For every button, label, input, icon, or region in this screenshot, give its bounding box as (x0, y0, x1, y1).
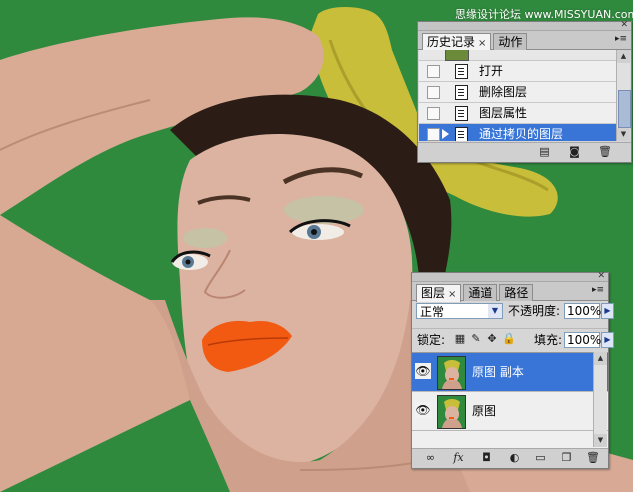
new-layer-icon[interactable]: ❐ (560, 452, 573, 464)
history-item[interactable]: 删除图层 (419, 82, 616, 103)
history-state-icon (455, 127, 468, 141)
lock-all-icon[interactable]: 🔒 (502, 333, 516, 345)
eye-visibility-icon[interactable]: 👁 (415, 402, 431, 418)
watermark-text: 思缘设计论坛 www.MISSYUAN.com (455, 8, 633, 21)
chevron-down-icon[interactable]: ▼ (488, 304, 502, 318)
scroll-up-icon[interactable]: ▲ (617, 50, 630, 63)
panel-menu-icon[interactable]: ▸≡ (614, 34, 628, 45)
layer-thumbnail-image (438, 357, 465, 389)
scroll-down-icon[interactable]: ▼ (617, 128, 630, 141)
trash-icon[interactable]: 🗑 (586, 452, 600, 464)
layer-thumbnail[interactable] (437, 395, 466, 429)
fill-slider-arrow-icon[interactable]: ▶ (601, 332, 614, 348)
snapshot-thumbnail (445, 50, 469, 61)
layer-row[interactable]: 👁 原图 (412, 392, 608, 431)
scroll-down-icon[interactable]: ▼ (594, 434, 607, 447)
history-state-icon (455, 64, 468, 79)
close-icon[interactable]: ✕ (597, 271, 605, 281)
tab-channels[interactable]: 通道 (463, 284, 498, 301)
adjustment-icon[interactable]: ◐ (508, 452, 521, 464)
lock-label: 锁定: (417, 333, 446, 347)
history-brush-source-checkbox[interactable] (427, 65, 440, 78)
layer-list: 👁 原图 副本 👁 原图 (412, 352, 608, 448)
history-scrollbar[interactable]: ▲ ▼ (616, 50, 631, 141)
blend-mode-select[interactable]: 正常 ▼ (416, 303, 503, 319)
panel-menu-icon[interactable]: ▸≡ (591, 285, 605, 296)
history-state-icon (455, 85, 468, 100)
new-snapshot-icon[interactable]: ◙ (568, 146, 581, 158)
opacity-label: 不透明度: (508, 304, 561, 318)
lock-transparent-pixels-icon[interactable]: ▦ (454, 333, 466, 345)
mask-icon[interactable]: ◘ (480, 452, 493, 464)
layer-row-selected[interactable]: 👁 原图 副本 (412, 353, 608, 392)
layer-name[interactable]: 原图 (472, 403, 496, 419)
layer-thumbnail-image (438, 396, 465, 428)
fill-input[interactable]: 100% (564, 332, 601, 348)
history-item-selected[interactable]: 通过拷贝的图层 (419, 124, 616, 141)
lock-image-pixels-icon[interactable]: ✎ (470, 333, 482, 345)
tab-paths-label: 路径 (504, 286, 529, 300)
blend-mode-value: 正常 (420, 305, 445, 319)
history-item[interactable]: 打开 (419, 61, 616, 82)
blend-opacity-row: 正常 ▼ 不透明度: 100% ▶ (412, 300, 614, 322)
tab-close-icon[interactable]: × (448, 289, 456, 300)
layers-tabs: 图层 × 通道 路径 ▸≡ (412, 282, 608, 302)
lock-fill-row: 锁定: ▦ ✎ ✥ 🔒 填充: 100% ▶ (412, 328, 614, 351)
history-footer: ▤ ◙ 🗑 (418, 142, 631, 162)
history-brush-source-checkbox[interactable] (427, 86, 440, 99)
tab-actions[interactable]: 动作 (493, 33, 528, 50)
fill-label: 填充: (534, 333, 563, 347)
history-brush-source-checkbox[interactable] (427, 107, 440, 120)
layers-scrollbar[interactable]: ▲ ▼ (593, 352, 607, 447)
history-state-slider-icon[interactable] (442, 129, 449, 139)
history-list: 打开 删除图层 图层属性 通过拷贝的图层 (419, 50, 616, 141)
history-state-icon (455, 106, 468, 121)
layer-name[interactable]: 原图 副本 (472, 364, 524, 380)
tab-history-label: 历史记录 (427, 35, 476, 49)
trash-icon[interactable]: 🗑 (598, 146, 612, 158)
scroll-up-icon[interactable]: ▲ (594, 352, 607, 365)
history-tabs: 历史记录 × 动作 ▸≡ (418, 31, 631, 51)
tab-close-icon[interactable]: × (478, 38, 486, 49)
lock-position-icon[interactable]: ✥ (486, 333, 498, 345)
tab-channels-label: 通道 (468, 286, 493, 300)
history-snapshot[interactable] (419, 50, 616, 61)
history-item-label: 图层属性 (479, 106, 528, 120)
opacity-slider-arrow-icon[interactable]: ▶ (601, 303, 614, 319)
eye-visibility-icon[interactable]: 👁 (415, 363, 431, 379)
layers-panel: ✕ 图层 × 通道 路径 ▸≡ 正常 ▼ 不透明度: 100% ▶ 锁定: ▦ ✎… (411, 271, 614, 469)
history-item[interactable]: 图层属性 (419, 103, 616, 124)
scroll-thumb[interactable] (618, 90, 631, 128)
history-panel: ✕ 历史记录 × 动作 ▸≡ 打开 删除图层 图层属性 通过拷贝的图层 ▲ ▼ … (417, 20, 632, 163)
panel-titlebar[interactable]: ✕ (418, 20, 631, 31)
tab-paths[interactable]: 路径 (499, 284, 534, 301)
history-item-label: 打开 (479, 64, 504, 78)
history-brush-source-checkbox[interactable] (427, 128, 440, 141)
new-document-from-state-icon[interactable]: ▤ (538, 146, 551, 158)
tab-history[interactable]: 历史记录 × (422, 33, 492, 51)
layer-thumbnail[interactable] (437, 356, 466, 390)
link-icon[interactable]: ∞ (424, 452, 437, 464)
panel-titlebar[interactable]: ✕ (412, 271, 608, 282)
close-icon[interactable]: ✕ (620, 20, 628, 30)
fx-icon[interactable]: fx (452, 452, 465, 464)
tab-layers-label: 图层 (421, 286, 446, 300)
history-item-label: 删除图层 (479, 85, 528, 99)
layers-footer: ∞ fx ◘ ◐ ▭ ❐ 🗑 (412, 448, 608, 468)
tab-actions-label: 动作 (498, 35, 523, 49)
folder-icon[interactable]: ▭ (534, 452, 547, 464)
opacity-input[interactable]: 100% (564, 303, 601, 319)
history-item-label: 通过拷贝的图层 (479, 127, 564, 141)
